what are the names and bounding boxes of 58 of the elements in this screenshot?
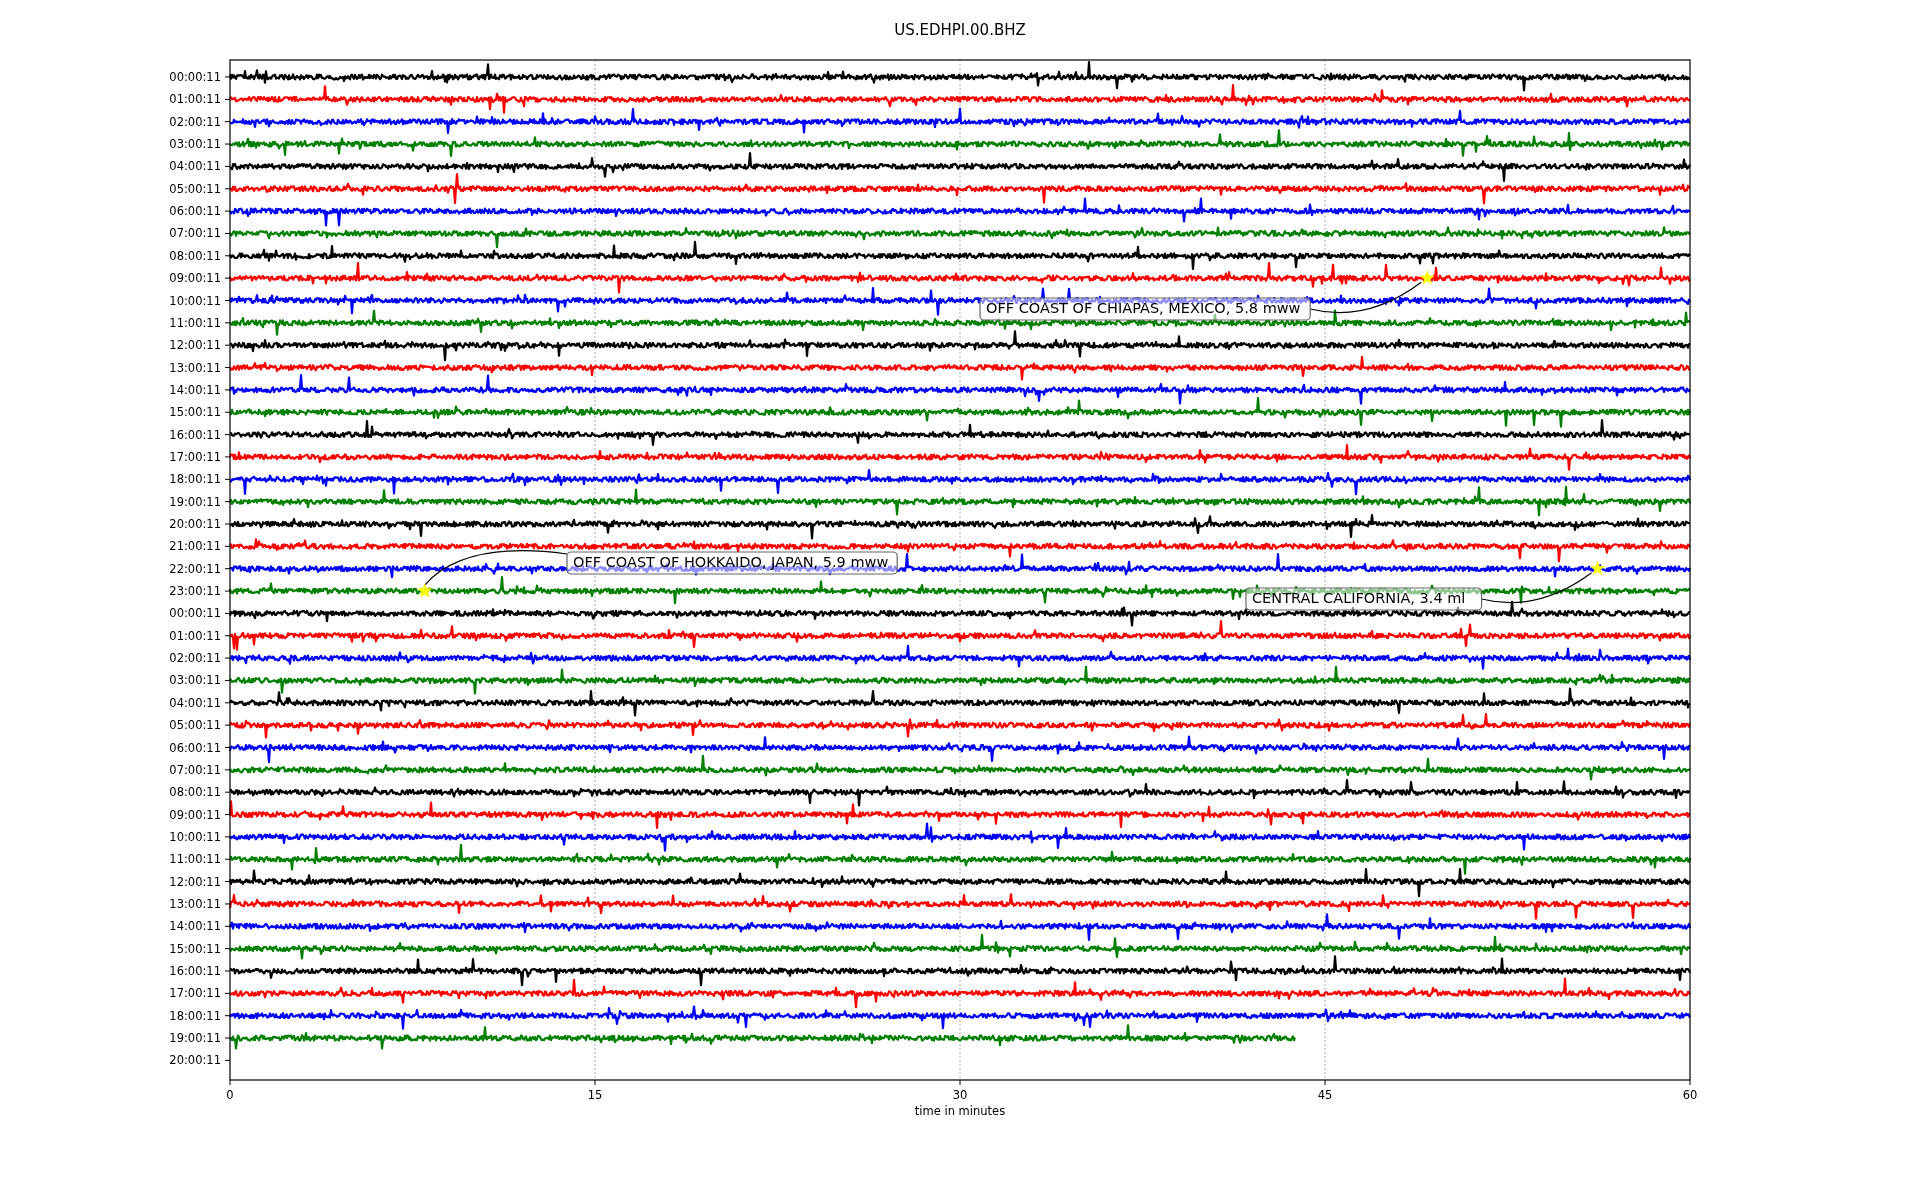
time-label: 21:00:11 bbox=[169, 539, 221, 554]
time-label: 14:00:11 bbox=[169, 382, 221, 397]
time-label: 10:00:11 bbox=[169, 293, 221, 308]
time-label: 00:00:11 bbox=[169, 606, 221, 621]
x-tick-label: 30 bbox=[952, 1088, 968, 1102]
time-label: 03:00:11 bbox=[169, 137, 221, 152]
time-label: 22:00:11 bbox=[169, 561, 221, 576]
event-label: OFF COAST OF HOKKAIDO, JAPAN, 5.9 mww bbox=[566, 551, 898, 575]
time-label: 15:00:11 bbox=[169, 405, 221, 420]
star-icon bbox=[1419, 270, 1435, 285]
time-label: 17:00:11 bbox=[169, 986, 221, 1001]
time-label: 02:00:11 bbox=[169, 651, 221, 666]
time-label: 09:00:11 bbox=[169, 271, 221, 286]
time-label: 18:00:11 bbox=[169, 1008, 221, 1023]
time-label: 08:00:11 bbox=[169, 248, 221, 263]
x-tick-label: 0 bbox=[226, 1088, 234, 1102]
time-label: 23:00:11 bbox=[169, 584, 221, 599]
time-label: 11:00:11 bbox=[169, 852, 221, 867]
time-label: 17:00:11 bbox=[169, 449, 221, 464]
time-label: 14:00:11 bbox=[169, 919, 221, 934]
time-label: 08:00:11 bbox=[169, 785, 221, 800]
time-label: 16:00:11 bbox=[169, 427, 221, 442]
x-tick-label: 15 bbox=[587, 1088, 603, 1102]
time-label: 13:00:11 bbox=[169, 360, 221, 375]
time-label: 01:00:11 bbox=[169, 92, 221, 107]
time-label: 03:00:11 bbox=[169, 673, 221, 688]
time-label: 11:00:11 bbox=[169, 315, 221, 330]
time-label: 12:00:11 bbox=[169, 338, 221, 353]
time-label: 13:00:11 bbox=[169, 896, 221, 911]
time-label: 12:00:11 bbox=[169, 874, 221, 889]
time-label: 06:00:11 bbox=[169, 204, 221, 219]
time-label: 01:00:11 bbox=[169, 628, 221, 643]
x-tick-label: 60 bbox=[1682, 1088, 1698, 1102]
time-label: 19:00:11 bbox=[169, 1031, 221, 1046]
x-tick-label: 45 bbox=[1317, 1088, 1333, 1102]
time-label: 04:00:11 bbox=[169, 695, 221, 710]
x-axis-label: time in minutes bbox=[914, 1104, 1006, 1118]
time-label: 04:00:11 bbox=[169, 159, 221, 174]
star-icon bbox=[1589, 560, 1606, 576]
time-label: 02:00:11 bbox=[169, 114, 221, 129]
plot-title: US.EDHPI.00.BHZ bbox=[894, 21, 1026, 39]
time-label: 09:00:11 bbox=[169, 807, 221, 822]
time-label: 06:00:11 bbox=[169, 740, 221, 755]
time-label: 00:00:11 bbox=[169, 70, 221, 84]
time-label: 20:00:11 bbox=[169, 517, 221, 531]
time-label: 19:00:11 bbox=[169, 494, 221, 509]
event-label: CENTRAL CALIFORNIA, 3.4 ml bbox=[1245, 587, 1483, 611]
star-icon bbox=[417, 583, 433, 598]
time-label: 05:00:11 bbox=[169, 181, 221, 196]
time-label: 15:00:11 bbox=[169, 941, 221, 956]
event-label: OFF COAST OF CHIAPAS, MEXICO, 5.8 mww bbox=[979, 297, 1311, 321]
time-label: 16:00:11 bbox=[169, 964, 221, 978]
time-label: 20:00:11 bbox=[169, 1053, 221, 1068]
time-label: 10:00:11 bbox=[169, 829, 221, 844]
time-label: 07:00:11 bbox=[169, 226, 221, 241]
time-label: 07:00:11 bbox=[169, 762, 221, 777]
time-label: 18:00:11 bbox=[169, 472, 221, 487]
time-label: 05:00:11 bbox=[169, 718, 221, 733]
